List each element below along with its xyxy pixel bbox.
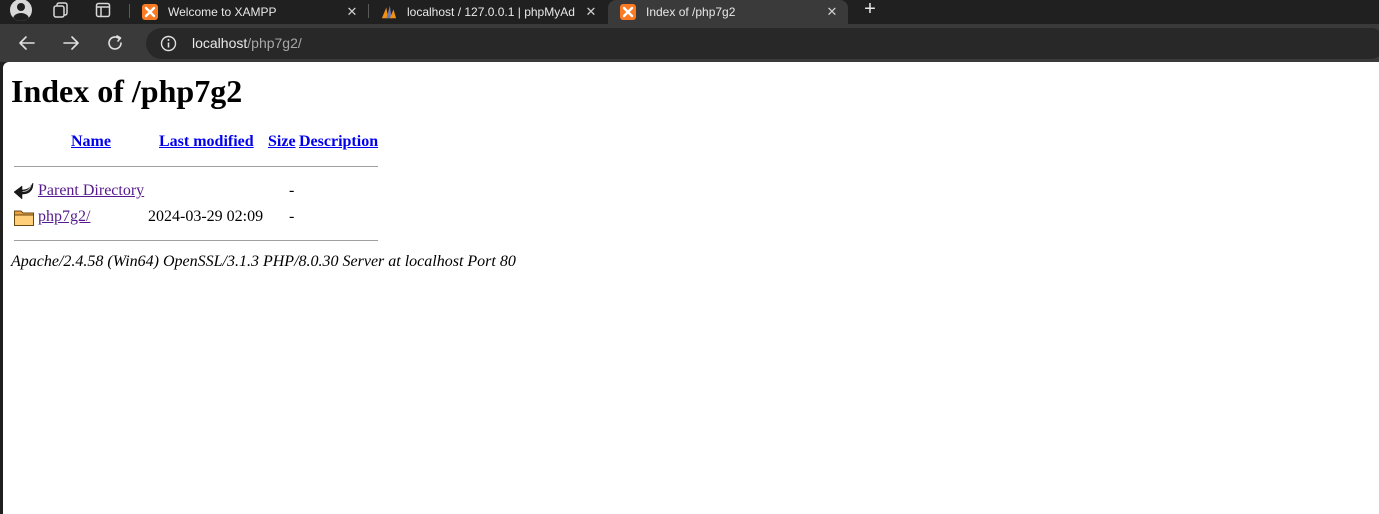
tab-title: localhost / 127.0.0.1 | phpMyAdmin — [407, 5, 575, 19]
profile-button[interactable] — [6, 0, 36, 21]
back-button[interactable] — [15, 31, 39, 55]
address-host: localhost — [192, 35, 248, 51]
phpmyadmin-icon — [381, 4, 397, 20]
new-tab-button[interactable]: + — [858, 0, 882, 20]
reload-button[interactable] — [103, 31, 127, 55]
page-content: Index of /php7g2 Name Last modified Size… — [3, 62, 1379, 514]
workspaces-icon — [53, 2, 68, 18]
row-size: - — [289, 208, 295, 225]
column-header-description[interactable]: Description — [299, 133, 378, 151]
profile-avatar-icon — [10, 0, 32, 21]
address-bar[interactable]: localhost/php7g2/ — [146, 28, 1379, 59]
row-size: - — [289, 182, 295, 199]
column-header-last-modified[interactable]: Last modified — [159, 133, 254, 151]
workspaces-button[interactable] — [46, 0, 76, 20]
tab-close-icon[interactable]: ✕ — [824, 4, 840, 20]
header-divider — [14, 166, 378, 167]
tab-phpmyadmin[interactable]: localhost / 127.0.0.1 | phpMyAdmin ✕ — [369, 0, 607, 24]
column-header-name[interactable]: Name — [71, 133, 111, 151]
forward-button[interactable] — [59, 31, 83, 55]
tab-index-of-php7g2[interactable]: Index of /php7g2 ✕ — [608, 0, 848, 24]
folder-icon — [14, 210, 34, 226]
site-info-icon[interactable] — [160, 35, 177, 52]
tab-title: Welcome to XAMPP — [168, 5, 277, 19]
reload-icon — [108, 35, 122, 50]
page-title: Index of /php7g2 — [11, 73, 243, 109]
browser-toolbar: localhost/php7g2/ — [0, 24, 1379, 62]
server-signature: Apache/2.4.58 (Win64) OpenSSL/3.1.3 PHP/… — [11, 253, 516, 270]
row-last-modified: 2024-03-29 02:09 — [148, 208, 264, 225]
tab-welcome-to-xampp[interactable]: Welcome to XAMPP ✕ — [130, 0, 368, 24]
tab-close-icon[interactable]: ✕ — [344, 4, 360, 20]
back-arrow-icon — [13, 182, 34, 200]
address-url[interactable]: localhost/php7g2/ — [192, 35, 302, 51]
tab-close-icon[interactable]: ✕ — [583, 4, 599, 20]
arrow-right-icon — [63, 36, 79, 50]
tab-actions-button[interactable] — [88, 0, 118, 20]
address-path: /php7g2/ — [247, 35, 302, 51]
xampp-icon — [620, 4, 636, 20]
folder-link[interactable]: php7g2/ — [38, 208, 90, 226]
column-header-size[interactable]: Size — [268, 133, 296, 151]
footer-divider — [14, 240, 378, 241]
parent-directory-link[interactable]: Parent Directory — [38, 182, 144, 200]
tab-title: Index of /php7g2 — [646, 5, 736, 19]
tab-actions-icon — [95, 2, 111, 18]
arrow-left-icon — [19, 36, 35, 50]
tab-strip: Welcome to XAMPP ✕ localhost / 127.0.0.1… — [0, 0, 1379, 24]
xampp-icon — [142, 4, 158, 20]
